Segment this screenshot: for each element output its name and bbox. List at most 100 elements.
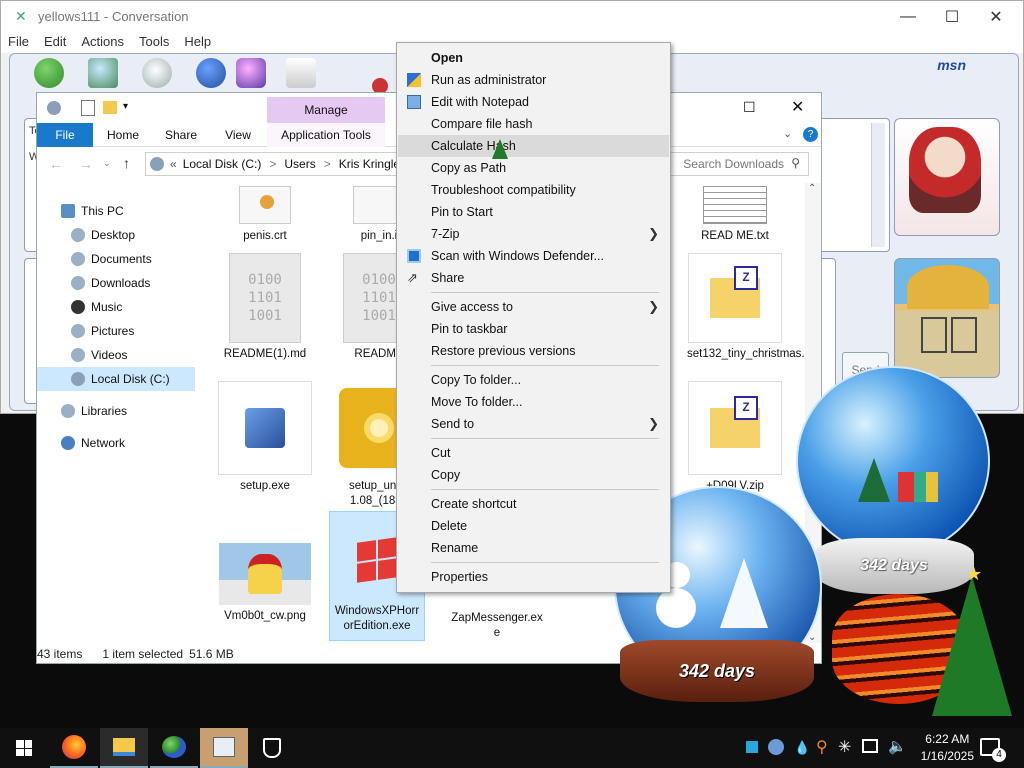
tray-volume-icon[interactable]: 🔈 bbox=[888, 737, 907, 755]
tab-file[interactable]: File bbox=[37, 123, 93, 147]
messenger-titlebar[interactable]: ✕ yellows111 - Conversation — ☐ ✕ bbox=[1, 1, 1023, 32]
help-icon[interactable]: ? bbox=[803, 127, 818, 142]
qat-dropdown-icon[interactable]: ▾ bbox=[123, 101, 128, 112]
up-icon[interactable]: ↑ bbox=[123, 155, 130, 171]
nav-videos[interactable]: Videos bbox=[37, 343, 195, 367]
quick-access-icon[interactable] bbox=[47, 101, 61, 115]
tray-drop-icon[interactable]: 💧 bbox=[794, 740, 810, 756]
security-button[interactable] bbox=[248, 728, 296, 768]
file-tile[interactable]: Z +D09LV.zip bbox=[687, 381, 783, 494]
menu-run-as-admin[interactable]: Run as administrator bbox=[398, 69, 669, 91]
back-icon[interactable]: ← bbox=[49, 156, 63, 172]
forward-icon[interactable]: → bbox=[79, 156, 93, 172]
properties-icon[interactable] bbox=[81, 100, 95, 116]
breadcrumb-users[interactable]: Users bbox=[284, 157, 315, 171]
menu-label: Create shortcut bbox=[431, 497, 517, 511]
file-tile[interactable]: Vm0b0t_cw.png bbox=[217, 543, 313, 624]
breadcrumb-local-disk[interactable]: Local Disk (C:) bbox=[183, 157, 262, 171]
invite-icon[interactable] bbox=[34, 58, 64, 88]
menu-calculate-hash[interactable]: Calculate Hash bbox=[398, 135, 669, 159]
menu-share[interactable]: ⇗ Share bbox=[398, 267, 669, 289]
tab-share[interactable]: Share bbox=[155, 123, 207, 147]
tab-view[interactable]: View bbox=[213, 123, 263, 147]
notifications-button[interactable]: 4 bbox=[980, 738, 1006, 762]
snow-globe-large[interactable] bbox=[796, 366, 990, 556]
menu-edit-notepad[interactable]: Edit with Notepad bbox=[398, 91, 669, 113]
menu-restore-versions[interactable]: Restore previous versions bbox=[398, 340, 669, 362]
notepad-app-button[interactable] bbox=[200, 728, 248, 768]
nav-network[interactable]: Network bbox=[37, 431, 195, 455]
file-tile[interactable]: 0100 1101 1001 README(1).md bbox=[217, 253, 313, 362]
nav-music[interactable]: Music bbox=[37, 295, 195, 319]
activities-icon[interactable] bbox=[236, 58, 266, 88]
firefox-button[interactable] bbox=[50, 728, 98, 768]
new-folder-icon[interactable] bbox=[103, 101, 117, 114]
close-button[interactable]: ✕ bbox=[973, 1, 1019, 32]
menu-send-to[interactable]: Send to ❯ bbox=[398, 413, 669, 435]
file-tile[interactable]: Z set132_tiny_christmas.zip bbox=[687, 253, 819, 362]
notification-badge: 4 bbox=[992, 748, 1006, 762]
nav-pictures[interactable]: Pictures bbox=[37, 319, 195, 343]
menu-open[interactable]: Open bbox=[398, 47, 669, 69]
scroll-up-icon[interactable]: ⌃ bbox=[808, 183, 816, 194]
start-button[interactable] bbox=[0, 728, 48, 768]
menu-copy-as-path[interactable]: Copy as Path bbox=[398, 157, 669, 179]
nav-desktop[interactable]: Desktop bbox=[37, 223, 195, 247]
tray-app-icon[interactable] bbox=[746, 741, 758, 753]
nav-this-pc[interactable]: This PC bbox=[37, 199, 195, 223]
nav-libraries[interactable]: Libraries bbox=[37, 399, 195, 423]
menu-create-shortcut[interactable]: Create shortcut bbox=[398, 493, 669, 515]
nav-downloads[interactable]: Downloads bbox=[37, 271, 195, 295]
file-tile[interactable]: setup.exe bbox=[217, 381, 313, 494]
minimize-button[interactable]: — bbox=[885, 1, 931, 32]
menu-pin-taskbar[interactable]: Pin to taskbar bbox=[398, 318, 669, 340]
contact-avatar[interactable] bbox=[894, 118, 1000, 236]
menu-actions[interactable]: Actions bbox=[74, 32, 132, 53]
tray-messenger-icon[interactable] bbox=[768, 739, 784, 755]
menu-pin-to-start[interactable]: Pin to Start bbox=[398, 201, 669, 223]
audio-icon[interactable] bbox=[196, 58, 226, 88]
tray-search-icon[interactable]: ⚲ bbox=[816, 737, 828, 757]
send-files-icon[interactable] bbox=[88, 58, 118, 88]
menu-help[interactable]: Help bbox=[177, 32, 219, 53]
manage-tab[interactable]: Manage bbox=[267, 97, 385, 123]
menu-properties[interactable]: Properties bbox=[398, 566, 669, 588]
menu-rename[interactable]: Rename bbox=[398, 537, 669, 559]
tab-application-tools[interactable]: Application Tools bbox=[267, 123, 385, 147]
file-tile[interactable]: ZapMessenger.exe bbox=[449, 597, 545, 641]
menu-give-access[interactable]: Give access to ❯ bbox=[398, 296, 669, 318]
maximize-button[interactable]: ☐ bbox=[929, 1, 975, 32]
tray-network-icon[interactable] bbox=[862, 739, 878, 753]
ribbon-expand-icon[interactable]: ⌄ bbox=[783, 127, 792, 140]
menu-file[interactable]: File bbox=[1, 32, 37, 53]
menu-7zip[interactable]: 7-Zip ❯ bbox=[398, 223, 669, 245]
menu-edit[interactable]: Edit bbox=[37, 32, 74, 53]
file-explorer-button[interactable] bbox=[100, 728, 148, 768]
explorer-maximize-button[interactable]: ☐ bbox=[743, 99, 756, 116]
history-scrollbar[interactable] bbox=[871, 123, 885, 247]
nav-documents[interactable]: Documents bbox=[37, 247, 195, 271]
file-tile[interactable]: penis.crt bbox=[217, 185, 313, 244]
menu-move-to-folder[interactable]: Move To folder... bbox=[398, 391, 669, 413]
menu-tools[interactable]: Tools bbox=[132, 32, 177, 53]
my-avatar[interactable] bbox=[894, 258, 1000, 378]
tab-home[interactable]: Home bbox=[97, 123, 149, 147]
explorer-close-button[interactable]: ✕ bbox=[791, 97, 804, 117]
menu-cut[interactable]: Cut bbox=[398, 442, 669, 464]
menu-scan-defender[interactable]: Scan with Windows Defender... bbox=[398, 245, 669, 267]
nav-local-disk[interactable]: Local Disk (C:) bbox=[37, 367, 195, 391]
menu-copy-to-folder[interactable]: Copy To folder... bbox=[398, 369, 669, 391]
breadcrumb-kris-kringle[interactable]: Kris Kringle bbox=[339, 157, 400, 171]
games-icon[interactable] bbox=[286, 58, 316, 88]
file-tile[interactable]: READ ME.txt bbox=[687, 185, 783, 244]
menu-compare-hash[interactable]: Compare file hash bbox=[398, 113, 669, 135]
messenger-button[interactable] bbox=[150, 728, 198, 768]
recent-dropdown-icon[interactable]: ⌄ bbox=[103, 158, 111, 169]
menu-delete[interactable]: Delete bbox=[398, 515, 669, 537]
webcam-icon[interactable] bbox=[142, 58, 172, 88]
tray-snowflake-icon[interactable]: ✳ bbox=[838, 737, 851, 757]
clock[interactable]: 6:22 AM 1/16/2025 bbox=[921, 731, 974, 765]
menu-troubleshoot[interactable]: Troubleshoot compatibility bbox=[398, 179, 669, 201]
menu-copy[interactable]: Copy bbox=[398, 464, 669, 486]
search-input[interactable]: Search Downloads ⚲ bbox=[667, 152, 809, 176]
